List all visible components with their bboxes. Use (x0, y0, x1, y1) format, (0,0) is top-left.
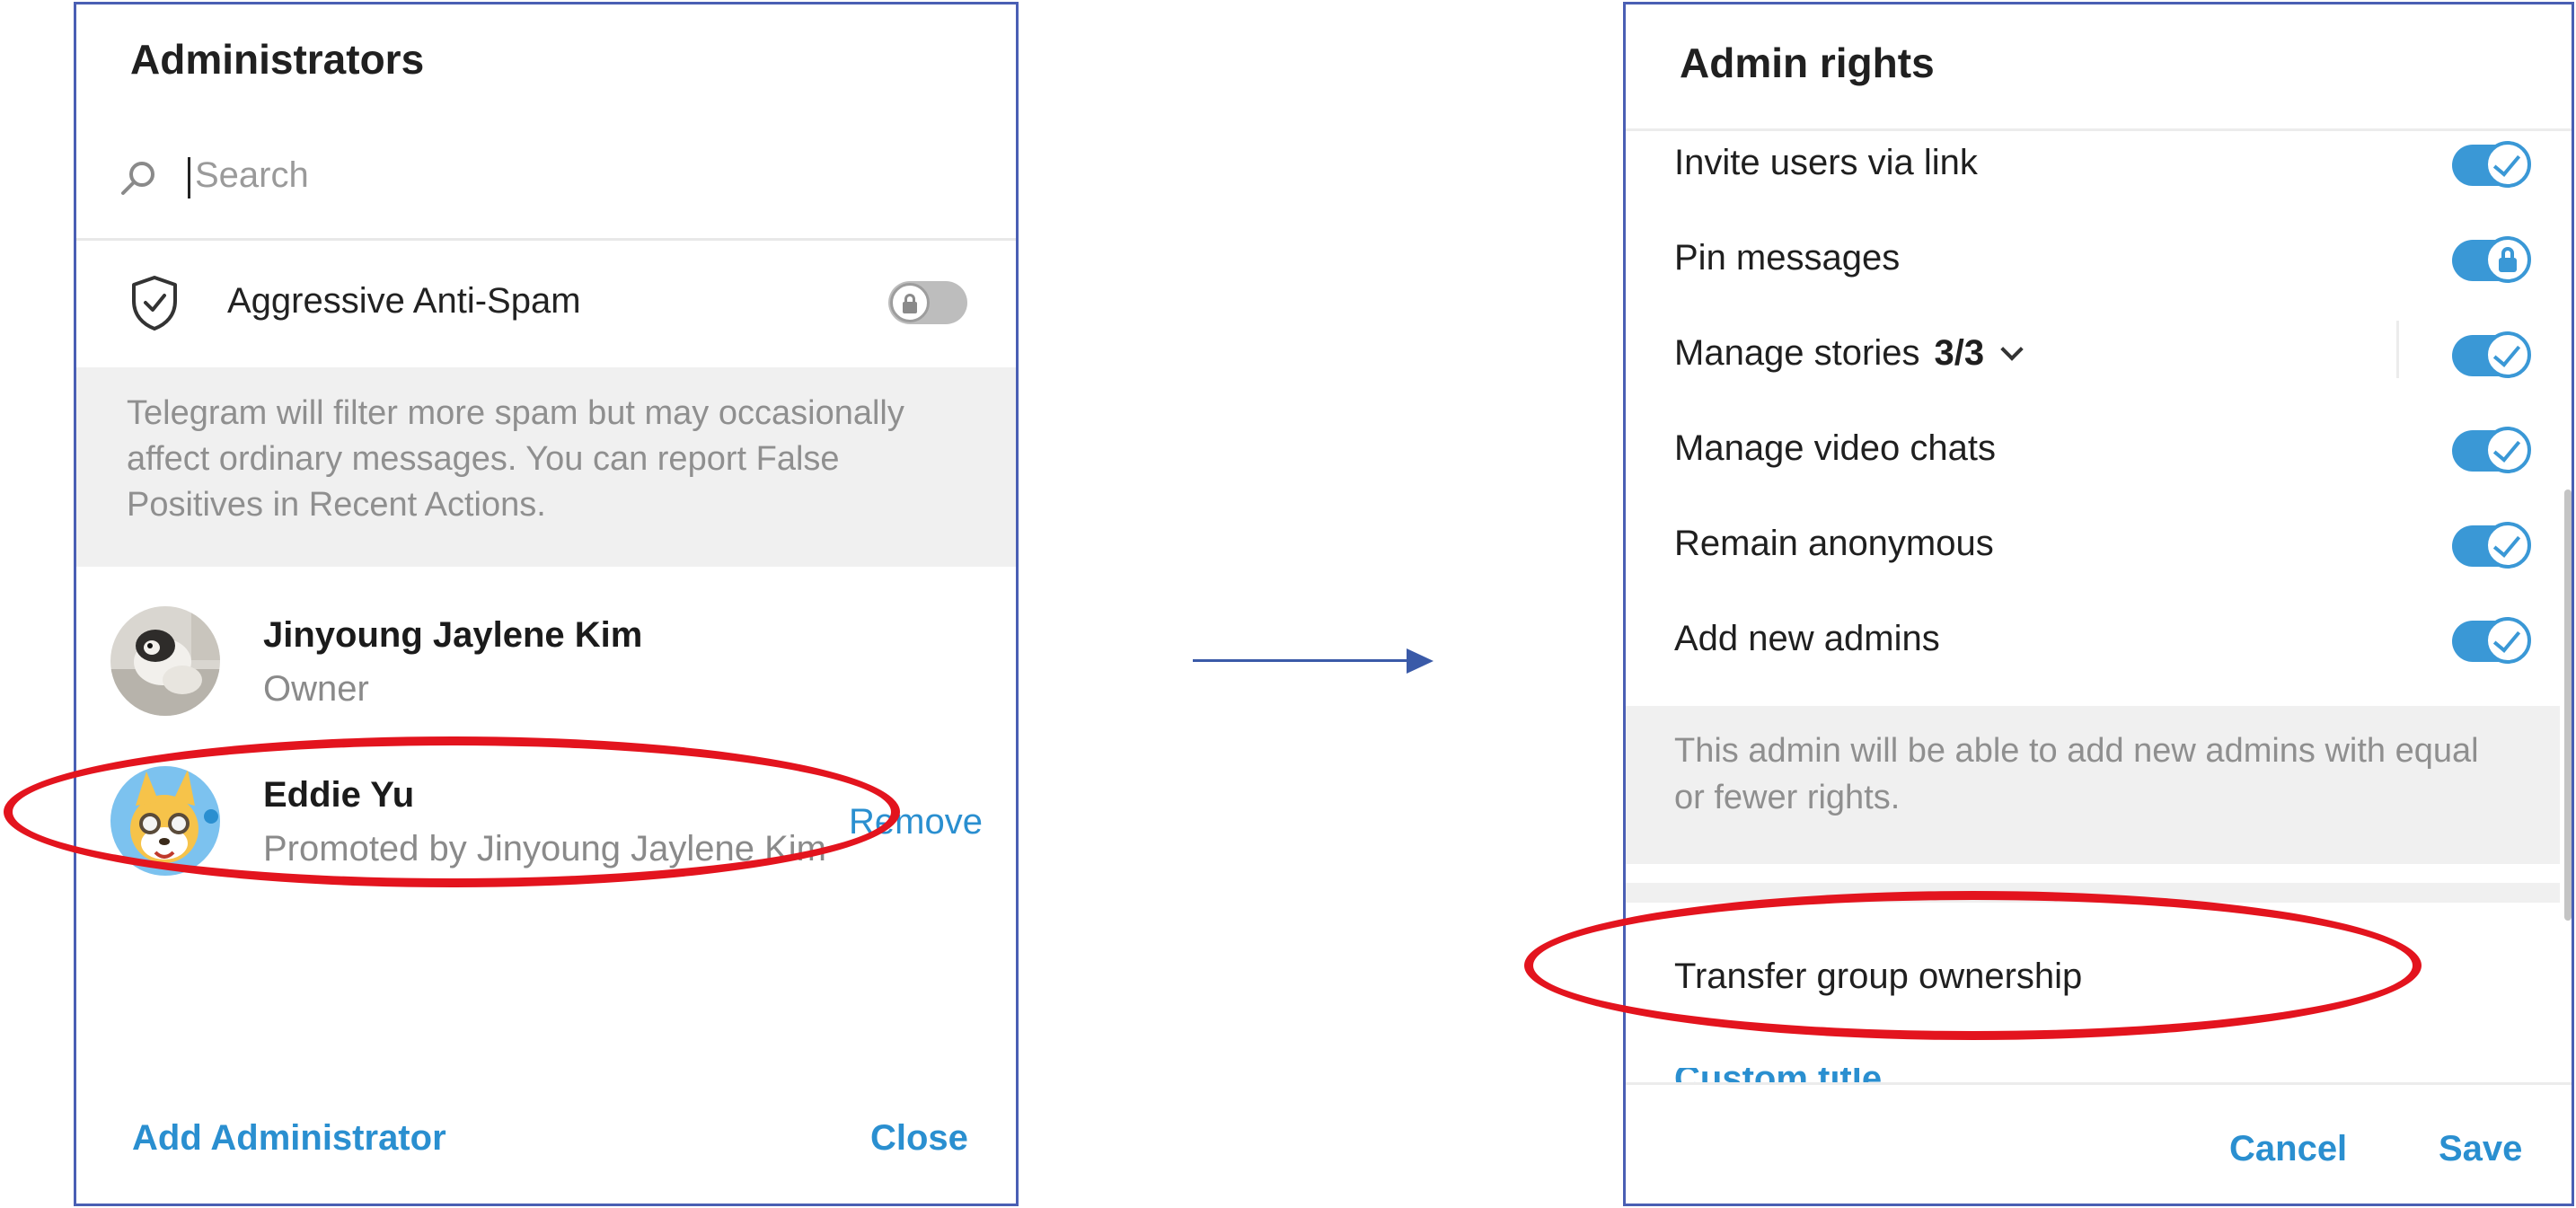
permission-label-text: Manage stories (1674, 333, 1920, 373)
dialog-title: Admin rights (1680, 40, 1935, 86)
permission-invite-users[interactable]: Invite users via link (1626, 118, 2560, 213)
save-button[interactable]: Save (2439, 1129, 2522, 1169)
permission-manage-stories[interactable]: Manage stories 3/3 (1626, 308, 2560, 403)
footer-divider (1626, 1082, 2572, 1085)
lock-icon (890, 283, 930, 322)
dialog-title: Administrators (130, 36, 425, 83)
permission-label: Pin messages (1674, 238, 1901, 278)
permission-label: Manage video chats (1674, 428, 1997, 468)
permission-add-new-admins[interactable]: Add new admins (1626, 594, 2560, 689)
flow-arrow (1193, 659, 1408, 662)
add-admins-note: This admin will be able to add new admin… (1626, 706, 2560, 864)
check-icon (2484, 617, 2531, 664)
shield-icon (132, 276, 177, 331)
permission-toggle[interactable] (2452, 331, 2531, 378)
check-icon (2484, 141, 2531, 188)
permission-manage-video-chats[interactable]: Manage video chats (1626, 403, 2560, 498)
permission-remain-anonymous[interactable]: Remain anonymous (1626, 498, 2560, 594)
permission-toggle[interactable] (2452, 522, 2531, 569)
permission-label: Invite users via link (1674, 143, 1978, 182)
dialog-header: Admin rights (1626, 4, 2572, 131)
antispam-toggle[interactable] (888, 281, 967, 324)
annotation-ellipse-transfer (1524, 891, 2422, 1040)
member-name: Jinyoung Jaylene Kim (263, 615, 643, 655)
arrow-head-icon (1407, 648, 1434, 674)
permission-toggle[interactable] (2452, 427, 2531, 473)
permission-label[interactable]: Manage stories 3/3 (1674, 333, 2024, 374)
cancel-button[interactable]: Cancel (2229, 1129, 2347, 1169)
admin-list-item[interactable]: Jinyoung Jaylene Kim Owner (76, 599, 1016, 734)
chevron-down-icon[interactable] (2000, 338, 2024, 361)
member-role: Owner (263, 669, 369, 709)
avatar (110, 606, 220, 716)
permission-toggle[interactable] (2452, 141, 2531, 188)
search-bar[interactable]: Search (76, 110, 1016, 241)
divider (2396, 321, 2399, 378)
permission-pin-messages[interactable]: Pin messages (1626, 213, 2560, 308)
stories-count: 3/3 (1934, 333, 1985, 373)
lock-icon (2484, 236, 2531, 283)
check-icon (2484, 331, 2531, 378)
scrollbar[interactable] (2564, 489, 2572, 921)
annotation-ellipse-eddie (4, 736, 900, 887)
check-icon (2484, 427, 2531, 473)
permission-toggle[interactable] (2452, 617, 2531, 664)
text-cursor (188, 157, 190, 198)
add-administrator-button[interactable]: Add Administrator (132, 1118, 446, 1159)
check-icon (2484, 522, 2531, 569)
antispam-label: Aggressive Anti-Spam (227, 281, 581, 321)
antispam-setting[interactable]: Aggressive Anti-Spam (76, 240, 1016, 366)
antispam-description: Telegram will filter more spam but may o… (76, 367, 1016, 567)
permission-label: Remain anonymous (1674, 524, 1994, 563)
search-icon (121, 162, 154, 195)
permission-toggle[interactable] (2452, 236, 2531, 283)
permission-label: Add new admins (1674, 619, 1940, 658)
search-input[interactable]: Search (195, 155, 309, 196)
close-button[interactable]: Close (870, 1118, 968, 1159)
administrators-dialog: Administrators Search Aggressive Anti-Sp… (74, 2, 1019, 1206)
